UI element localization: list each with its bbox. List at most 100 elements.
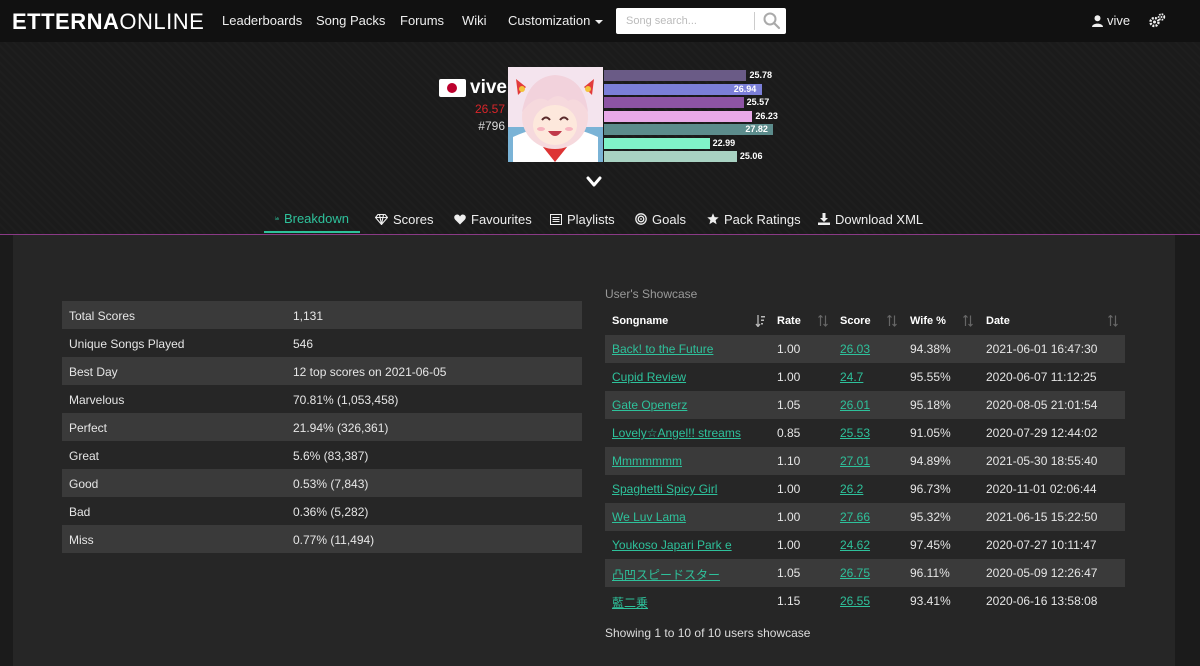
- sort-icon[interactable]: [963, 315, 973, 327]
- wife-cell: 95.55%: [910, 370, 951, 384]
- score-link[interactable]: 27.66: [840, 510, 870, 524]
- score-link[interactable]: 25.53: [840, 426, 870, 440]
- song-link[interactable]: Lovely☆Angel!! streams: [612, 426, 741, 440]
- navbar: ETTERNAONLINE Leaderboards Song Packs Fo…: [0, 0, 1200, 42]
- stats-row: Miss 0.77% (11,494): [62, 525, 582, 553]
- skill-bar: 25.78: [604, 70, 772, 81]
- wife-cell: 93.41%: [910, 594, 951, 608]
- tab-breakdown[interactable]: Breakdown: [264, 205, 360, 233]
- country-flag-japan: [439, 79, 466, 97]
- header-wife[interactable]: Wife %: [910, 315, 946, 327]
- stat-label: Bad: [69, 505, 91, 519]
- search-icon[interactable]: [762, 11, 782, 31]
- score-link[interactable]: 24.62: [840, 538, 870, 552]
- nav-wiki[interactable]: Wiki: [462, 13, 487, 28]
- settings-gears-icon[interactable]: [1148, 12, 1166, 30]
- skillset-bars: 25.78 26.94 25.57 26.23 27.82 22.99 25.06: [604, 67, 804, 164]
- sort-asc-icon[interactable]: [755, 315, 765, 327]
- download-icon: [818, 213, 830, 225]
- score-link[interactable]: 27.01: [840, 454, 870, 468]
- score-link[interactable]: 26.03: [840, 342, 870, 356]
- sort-icon[interactable]: [818, 315, 828, 327]
- date-cell: 2020-11-01 02:06:44: [986, 482, 1097, 496]
- chevron-down-icon[interactable]: [585, 175, 603, 189]
- header-score[interactable]: Score: [840, 315, 871, 327]
- stat-label: Miss: [69, 533, 94, 547]
- rate-cell: 1.00: [777, 538, 801, 552]
- header-songname[interactable]: Songname: [612, 315, 668, 327]
- user-icon: [1092, 14, 1103, 27]
- skill-bar: 27.82: [604, 124, 774, 135]
- wife-cell: 91.05%: [910, 426, 951, 440]
- showcase-footer: Showing 1 to 10 of 10 users showcase: [605, 626, 811, 640]
- date-cell: 2021-06-01 16:47:30: [986, 342, 1098, 356]
- song-link[interactable]: Back! to the Future: [612, 342, 713, 356]
- heart-icon: [454, 214, 466, 224]
- profile-rank: #796: [478, 119, 505, 133]
- song-link[interactable]: Spaghetti Spicy Girl: [612, 482, 717, 496]
- rate-cell: 1.05: [777, 566, 801, 580]
- wife-cell: 97.45%: [910, 538, 951, 552]
- showcase-row: Mmmmmmm 1.10 27.01 94.89% 2021-05-30 18:…: [605, 447, 1125, 475]
- brand-logo[interactable]: ETTERNAONLINE: [12, 9, 204, 35]
- nav-leaderboards[interactable]: Leaderboards: [222, 13, 302, 28]
- song-link[interactable]: Youkoso Japari Park e: [612, 538, 732, 552]
- song-link[interactable]: 藍二乗: [612, 594, 648, 611]
- skill-bar: 22.99: [604, 137, 735, 149]
- song-link[interactable]: Mmmmmmm: [612, 454, 682, 468]
- sort-icon[interactable]: [1108, 315, 1118, 327]
- wife-cell: 94.38%: [910, 342, 951, 356]
- date-cell: 2021-05-30 18:55:40: [986, 454, 1098, 468]
- song-search: [616, 8, 786, 34]
- tab-playlists[interactable]: Playlists: [539, 205, 626, 233]
- rate-cell: 0.85: [777, 426, 801, 440]
- score-link[interactable]: 26.55: [840, 594, 870, 608]
- song-search-input[interactable]: [616, 8, 770, 34]
- tab-download-xml[interactable]: Download XML: [807, 205, 934, 233]
- stats-row: Unique Songs Played 546: [62, 329, 582, 357]
- search-divider: [754, 12, 755, 30]
- nav-song-packs[interactable]: Song Packs: [316, 13, 385, 28]
- stat-value: 70.81% (1,053,458): [293, 393, 399, 407]
- tab-goals[interactable]: Goals: [624, 205, 697, 233]
- date-cell: 2020-07-27 10:11:47: [986, 538, 1097, 552]
- nav-customization-dropdown[interactable]: Customization: [508, 13, 604, 28]
- stats-table: Total Scores 1,131 Unique Songs Played 54…: [62, 301, 582, 553]
- skill-value: 25.57: [746, 97, 770, 107]
- nav-forums[interactable]: Forums: [400, 13, 444, 28]
- avatar: [508, 67, 603, 162]
- score-link[interactable]: 26.01: [840, 398, 870, 412]
- profile-username: vive: [470, 77, 507, 98]
- skill-bar: 25.06: [604, 151, 762, 162]
- stat-label: Best Day: [69, 365, 118, 379]
- rate-cell: 1.00: [777, 342, 801, 356]
- profile-rating: 26.57: [474, 102, 505, 116]
- song-link[interactable]: Cupid Review: [612, 370, 686, 384]
- showcase-body: Back! to the Future 1.00 26.03 94.38% 20…: [605, 335, 1125, 615]
- score-link[interactable]: 24.7: [840, 370, 863, 384]
- showcase-table: Songname Rate Score Wife % Date Back! to…: [605, 307, 1125, 615]
- score-link[interactable]: 26.75: [840, 566, 870, 580]
- showcase-row: Lovely☆Angel!! streams 0.85 25.53 91.05%…: [605, 419, 1125, 447]
- tab-scores[interactable]: Scores: [364, 205, 444, 233]
- song-link[interactable]: Gate Openerz: [612, 398, 687, 412]
- stats-row: Total Scores 1,131: [62, 301, 582, 329]
- skill-value: 26.23: [755, 110, 778, 121]
- user-menu-link[interactable]: vive: [1092, 13, 1130, 28]
- song-link[interactable]: We Luv Lama: [612, 510, 686, 524]
- tab-pack-ratings[interactable]: Pack Ratings: [696, 205, 812, 233]
- stat-value: 5.6% (83,387): [293, 449, 369, 463]
- wife-cell: 94.89%: [910, 454, 951, 468]
- header-date[interactable]: Date: [986, 315, 1010, 327]
- score-link[interactable]: 26.2: [840, 482, 863, 496]
- showcase-row: Gate Openerz 1.05 26.01 95.18% 2020-08-0…: [605, 391, 1125, 419]
- tab-favourites[interactable]: Favourites: [443, 205, 543, 233]
- date-cell: 2020-08-05 21:01:54: [986, 398, 1098, 412]
- skill-value: 25.06: [739, 151, 763, 161]
- header-rate[interactable]: Rate: [777, 315, 801, 327]
- sort-icon[interactable]: [887, 315, 897, 327]
- song-link[interactable]: 凸凹スピードスター: [612, 566, 720, 583]
- chart-icon: [275, 216, 279, 220]
- star-icon: [707, 213, 719, 225]
- rate-cell: 1.10: [777, 454, 801, 468]
